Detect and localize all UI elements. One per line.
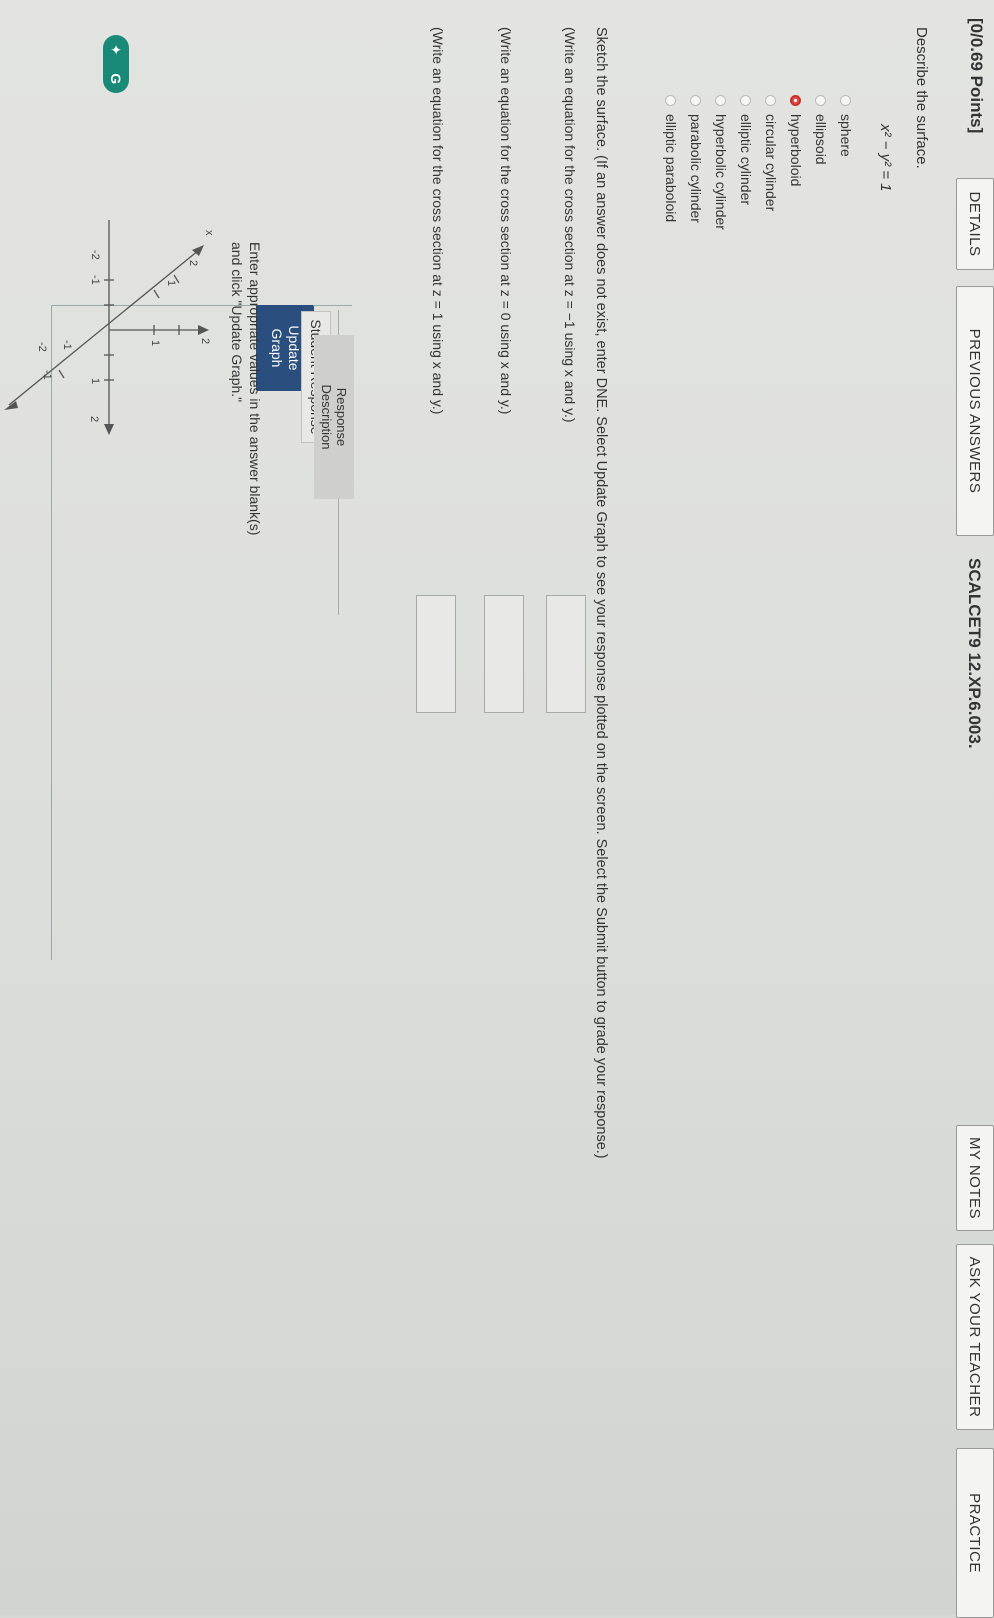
tab-response-description[interactable]: Response Description [314,335,354,499]
option-label: circular cylinder [763,114,779,212]
cross-section-input-z0[interactable] [484,595,524,713]
cross-section-label-z0: (Write an equation for the cross section… [498,27,514,415]
option-sphere[interactable]: sphere [838,95,854,157]
y-arrow [104,424,114,435]
option-label: ellipsoid [813,114,829,165]
ask-teacher-button[interactable]: ASK YOUR TEACHER [956,1244,994,1430]
option-hyperboloid[interactable]: hyperboloid [788,95,804,186]
option-ellipsoid[interactable]: ellipsoid [813,95,829,165]
details-button[interactable]: DETAILS [956,178,994,270]
tab-response-description-2: Description [319,384,334,450]
radio-icon[interactable] [765,95,777,106]
y-label-2: 2 [88,416,100,422]
option-hyperbolic-cylinder[interactable]: hyperbolic cylinder [713,95,729,230]
z-arrow [198,325,209,335]
option-parabolic-cylinder[interactable]: parabolic cylinder [688,95,704,223]
tick-z-1: 1 [149,340,161,346]
previous-answers-button[interactable]: PREVIOUS ANSWERS [956,286,994,536]
radio-selected-icon[interactable] [790,95,802,106]
option-label: hyperboloid [788,114,804,187]
option-circular-cylinder[interactable]: circular cylinder [763,95,779,211]
tick-z-neg2: -2 [36,342,48,352]
tick-y-neg2: -2 [89,250,101,260]
option-label: hyperbolic cylinder [713,114,729,230]
graph-hint-1: Enter appropriate values in the answer b… [247,242,263,536]
extension-badge[interactable]: ✦ G [103,35,129,93]
tick-y-1: 1 [89,378,101,384]
radio-icon[interactable] [815,95,827,106]
option-elliptic-cylinder[interactable]: elliptic cylinder [738,95,754,205]
tick-x-2: 2 [187,260,199,266]
radio-icon[interactable] [740,95,752,106]
problem-code: SCALCET9 12.XP.6.003. [965,558,984,749]
x-arrow-bottom [4,401,18,410]
update-graph-label-1: Update [286,325,302,371]
cross-section-label-z1: (Write an equation for the cross section… [430,27,446,415]
axes-graph: 2 2 x 2 1 -1 1 -1 -2 -1 -2 1 [4,220,214,435]
radio-icon[interactable] [690,95,702,106]
my-notes-button[interactable]: MY NOTES [956,1125,994,1231]
points-label: [0/0.69 Points] [967,18,986,134]
z-label-2: 2 [199,338,211,344]
x-axis [8,249,200,406]
radio-icon[interactable] [665,95,677,106]
page-canvas: [0/0.69 Points] DETAILS PREVIOUS ANSWERS… [0,0,994,1618]
option-label: elliptic paraboloid [663,114,679,223]
cross-section-label-zneg1: (Write an equation for the cross section… [562,27,578,423]
sketch-instructions: Sketch the surface. (If an answer does n… [593,27,609,1159]
radio-icon[interactable] [840,95,852,106]
cross-section-input-zneg1[interactable] [546,595,586,713]
question-prompt: Describe the surface. [913,27,930,169]
graph-hint-2: and click "Update Graph." [229,242,245,403]
tick-y-neg1: -1 [89,275,101,285]
surface-equation: x² − y² = 1 [877,124,894,192]
cross-section-input-z1[interactable] [416,595,456,713]
option-label: sphere [838,114,854,157]
tick-x-neg1: -1 [41,370,53,380]
option-label: parabolic cylinder [688,114,704,223]
extension-icon: ✦ [108,43,125,56]
tab-response-description-1: Response [334,387,349,447]
tick-marks [58,274,180,381]
practice-button[interactable]: PRACTICE [956,1448,994,1618]
extension-badge-label: G [108,73,124,85]
radio-icon[interactable] [715,95,727,106]
graph-hint: Enter appropriate values in the answer b… [228,242,264,535]
tick-x-1: 1 [165,280,177,286]
update-graph-label-2: Graph [269,328,285,368]
x-axis-label: x [203,230,214,236]
option-label: elliptic cylinder [738,114,754,206]
option-elliptic-paraboloid[interactable]: elliptic paraboloid [663,95,679,222]
tick-z-neg1: -1 [61,340,73,350]
